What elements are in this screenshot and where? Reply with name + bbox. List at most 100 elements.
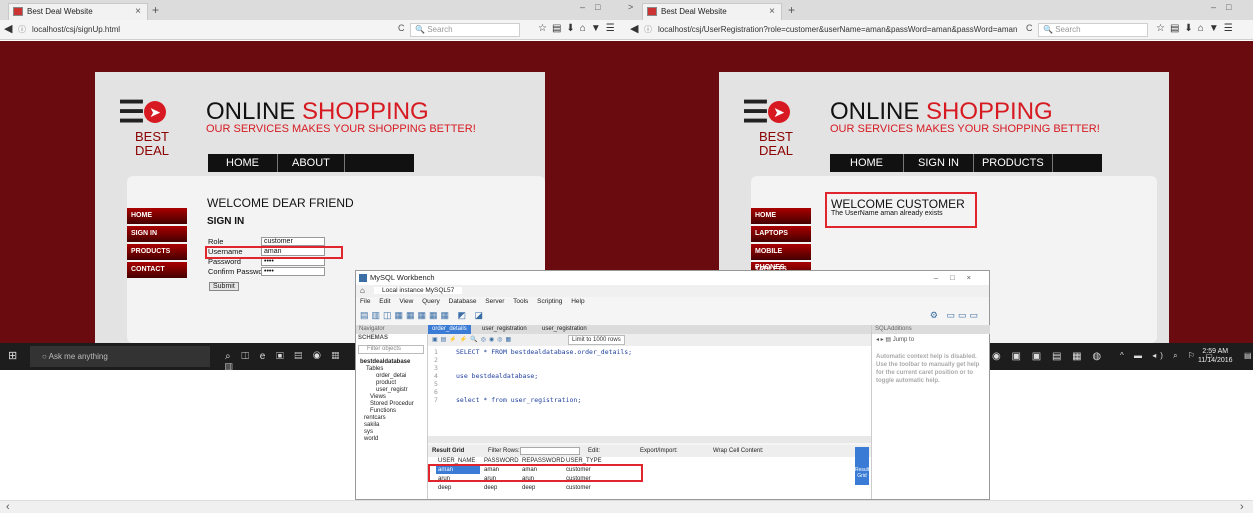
menu-scripting[interactable]: Scripting (537, 298, 562, 305)
toolbar-icons[interactable]: ☆▤⬇⌂▼☰ (538, 23, 620, 34)
tree-item[interactable]: user_registr (376, 387, 408, 393)
toolbar-icons[interactable]: ☆▤⬇⌂▼☰ (1156, 23, 1238, 34)
reload-icon[interactable]: C (1026, 23, 1033, 33)
workbench-toolbar[interactable]: ▤▥◫▦▦▦▦▦ ◩ ◪ ⚙ ▭▭▭ (356, 307, 989, 323)
editor-scrollbar[interactable] (428, 436, 871, 443)
tab-title: Best Deal Website (27, 7, 93, 16)
tab-list-icon[interactable]: > (628, 2, 643, 12)
tree-item[interactable]: bestdealdatabase (360, 359, 410, 365)
instance-tab[interactable]: Local instance MySQL57 (374, 287, 463, 294)
menu-edit[interactable]: Edit (379, 298, 390, 305)
menu-view[interactable]: View (399, 298, 413, 305)
notifications-icon[interactable]: ▤ (1244, 351, 1253, 360)
new-tab-icon[interactable]: + (788, 3, 795, 17)
line-number: 1 (434, 348, 438, 356)
tree-item[interactable]: rentcars (364, 415, 386, 421)
side-home[interactable]: HOME (751, 208, 811, 224)
scroll-right-icon[interactable]: › (1240, 501, 1244, 513)
left-logo-text: BEST DEAL (135, 129, 169, 158)
search-icon: 🔍 (1043, 25, 1053, 34)
close-icon[interactable]: × (135, 4, 141, 19)
reload-icon[interactable]: C (398, 23, 405, 33)
tree-item[interactable]: Functions (370, 408, 396, 414)
side-home[interactable]: HOME (127, 208, 187, 224)
url-text: localhost/csj/UserRegistration?role=cust… (658, 25, 1018, 34)
window-controls-icon[interactable]: –□ (580, 2, 610, 12)
tree-item[interactable]: order_detai (376, 373, 406, 379)
tree-item[interactable]: world (364, 436, 378, 442)
tab-title: Best Deal Website (661, 7, 727, 16)
query-tool-icons[interactable]: ▣▤⚡⚡🔍◎◉◎▦ (432, 337, 514, 343)
menu-about[interactable]: ABOUT (278, 154, 345, 172)
window-controls-icon[interactable]: –□× (934, 271, 983, 285)
submit-button[interactable]: Submit (209, 282, 239, 291)
scroll-left-icon[interactable]: ‹ (6, 501, 10, 513)
side-mobile-phones[interactable]: MOBILE PHONES (751, 244, 811, 271)
right-site-title: ONLINE SHOPPING (830, 98, 1053, 126)
query-tab-user-registration[interactable]: user_registration (478, 325, 531, 334)
back-arrow-icon[interactable]: ◀ (4, 22, 12, 35)
tree-item[interactable]: product (376, 380, 396, 386)
menu-products[interactable]: PRODUCTS (974, 154, 1053, 172)
table-row[interactable]: deep deep deep customer (436, 484, 616, 492)
title-part1: ONLINE (830, 98, 927, 125)
query-tab-user-registration-2[interactable]: user_registration (538, 325, 591, 334)
side-laptops[interactable]: LAPTOPS (751, 226, 811, 242)
filter-objects-input[interactable]: Filter objects (358, 345, 424, 354)
search-placeholder: Search (427, 25, 453, 34)
result-grid-side-button[interactable]: Result Grid (855, 447, 869, 485)
mysql-workbench-window: MySQL Workbench –□× ⌂ Local instance MyS… (355, 270, 990, 500)
confirm-password-field[interactable]: •••• (261, 267, 325, 276)
window-controls-icon[interactable]: –□ (1211, 2, 1241, 12)
windows-start-icon[interactable]: ⊞ (8, 349, 17, 362)
left-search-box[interactable]: 🔍 Search (410, 23, 520, 37)
pinned-apps-icons[interactable]: ◉ ▣ ▣ ▤ ▦ ◍ (992, 351, 1105, 362)
search-placeholder: Search (1055, 25, 1081, 34)
menu-query[interactable]: Query (422, 298, 440, 305)
menu-database[interactable]: Database (449, 298, 477, 305)
tree-item[interactable]: sys (364, 429, 373, 435)
grid-cell[interactable]: deep (438, 484, 451, 492)
menu-file[interactable]: File (360, 298, 370, 305)
close-icon[interactable]: × (769, 4, 775, 19)
side-products[interactable]: PRODUCTS (127, 244, 187, 260)
taskbar-clock[interactable]: 2:59 AM 11/14/2016 (1198, 347, 1233, 365)
right-url-bar[interactable]: ⓘ localhost/csj/UserRegistration?role=cu… (642, 22, 1022, 38)
query-tab-order-details[interactable]: order_details (428, 325, 471, 334)
clock-time: 2:59 AM (1202, 348, 1229, 355)
menu-signin[interactable]: SIGN IN (904, 154, 974, 172)
side-signin[interactable]: SIGN IN (127, 226, 187, 242)
left-url-bar[interactable]: ⓘ localhost/csj/signUp.html (16, 22, 376, 38)
navigator-panel: SCHEMAS Filter objects bestdealdatabase … (356, 334, 428, 499)
new-tab-icon[interactable]: + (152, 3, 159, 17)
grid-cell[interactable]: customer (566, 484, 591, 492)
role-select[interactable]: customer (261, 237, 325, 246)
limit-rows-select[interactable]: Limit to 1000 rows (568, 335, 625, 345)
cortana-search[interactable]: ○ Ask me anything (30, 346, 210, 367)
tree-item[interactable]: sakila (364, 422, 379, 428)
grid-cell[interactable]: deep (484, 484, 497, 492)
menu-home[interactable]: HOME (208, 154, 278, 172)
site-favicon (647, 7, 657, 16)
tree-item[interactable]: Stored Procedur (370, 401, 414, 407)
left-browser-tab[interactable]: Best Deal Website × (8, 3, 148, 20)
jump-to-bar[interactable]: ◂ ▸ ▤ Jump to (872, 334, 990, 346)
menu-help[interactable]: Help (571, 298, 584, 305)
right-browser-tab[interactable]: Best Deal Website × (642, 3, 782, 20)
sql-editor[interactable]: 1 SELECT * FROM bestdealdatabase.order_d… (428, 346, 871, 436)
back-arrow-icon[interactable]: ◀ (630, 22, 638, 35)
grid-cell[interactable]: deep (522, 484, 535, 492)
menu-server[interactable]: Server (485, 298, 504, 305)
filter-rows-input[interactable] (520, 447, 580, 455)
tree-item[interactable]: Tables (366, 366, 383, 372)
right-search-box[interactable]: 🔍 Search (1038, 23, 1148, 37)
layout-toggle-icons[interactable]: ⚙ ▭▭▭ (930, 307, 981, 323)
pinned-apps-icons[interactable]: ⌕ ◫ e ▣ ▤ ◉ ▦ ▥ (225, 351, 356, 373)
side-contact[interactable]: CONTACT (127, 262, 187, 278)
menu-home[interactable]: HOME (830, 154, 904, 172)
tree-item[interactable]: Views (370, 394, 386, 400)
title-part2: SHOPPING (926, 98, 1053, 125)
home-icon[interactable]: ⌂ (360, 285, 365, 297)
page-horizontal-scrollbar[interactable]: ‹ › (0, 500, 1253, 513)
menu-tools[interactable]: Tools (513, 298, 528, 305)
